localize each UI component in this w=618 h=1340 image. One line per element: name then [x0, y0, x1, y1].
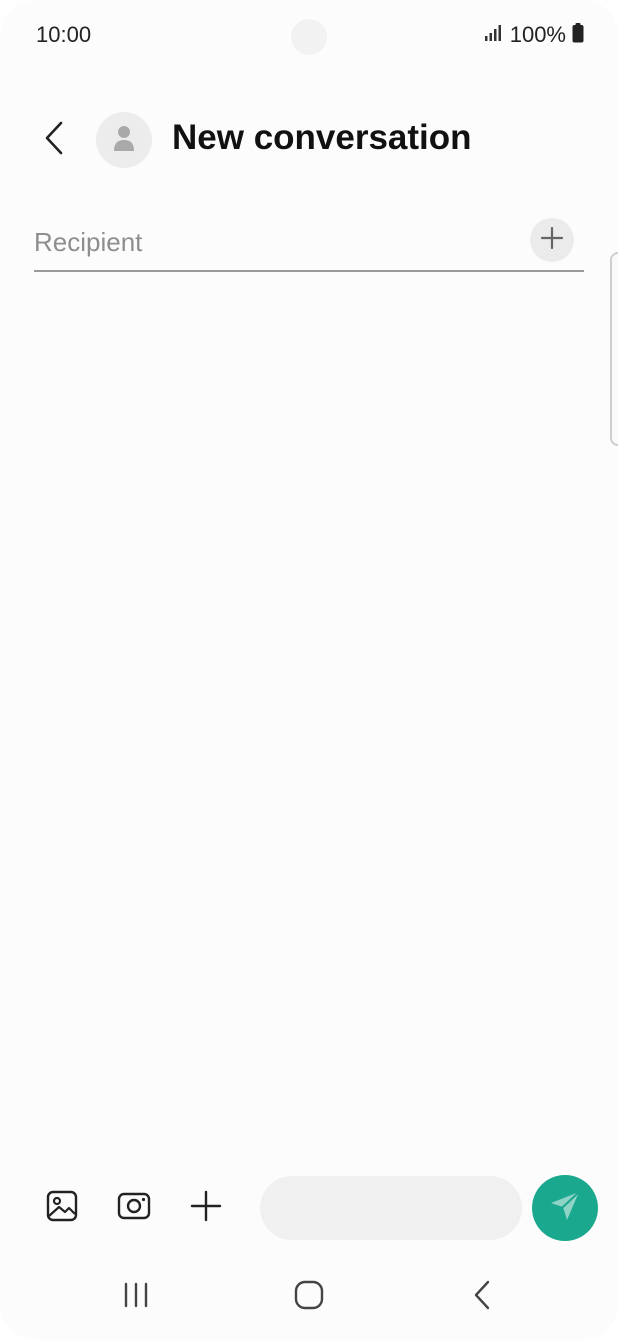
app-header: New conversation — [0, 100, 618, 180]
send-icon — [548, 1189, 582, 1228]
page-title: New conversation — [172, 118, 472, 157]
more-attachments-button[interactable] — [180, 1182, 232, 1234]
message-input[interactable] — [260, 1176, 522, 1240]
camera-button[interactable] — [108, 1182, 160, 1234]
camera-icon — [117, 1191, 151, 1226]
edge-panel-handle[interactable] — [610, 252, 618, 446]
status-time: 10:00 — [36, 22, 92, 47]
home-icon — [294, 1280, 324, 1315]
recent-apps-button[interactable] — [106, 1272, 166, 1322]
back-icon — [473, 1280, 491, 1315]
back-button[interactable] — [30, 114, 78, 166]
status-indicators: 100% — [484, 22, 584, 48]
person-icon — [113, 124, 135, 157]
plus-icon — [190, 1190, 222, 1227]
battery-icon — [572, 22, 584, 48]
send-button[interactable] — [532, 1175, 598, 1241]
recent-apps-icon — [122, 1282, 150, 1313]
front-camera — [291, 19, 327, 55]
message-composer — [0, 1170, 618, 1248]
home-button[interactable] — [279, 1272, 339, 1322]
system-back-button[interactable] — [452, 1272, 512, 1322]
messages-new-conversation-screen: 10:00 100% New conversation Recipient — [0, 0, 618, 1340]
chevron-left-icon — [43, 121, 65, 160]
contact-avatar[interactable] — [96, 112, 152, 168]
recipient-row — [34, 212, 584, 272]
gallery-button[interactable] — [36, 1182, 88, 1234]
status-bar: 10:00 100% — [0, 0, 618, 72]
system-navigation-bar — [0, 1262, 618, 1332]
plus-icon — [540, 226, 564, 255]
signal-icon — [484, 24, 504, 47]
add-recipient-button[interactable] — [530, 218, 574, 262]
recipient-input[interactable] — [34, 220, 514, 264]
gallery-icon — [46, 1190, 78, 1227]
battery-percentage: 100% — [509, 22, 566, 47]
